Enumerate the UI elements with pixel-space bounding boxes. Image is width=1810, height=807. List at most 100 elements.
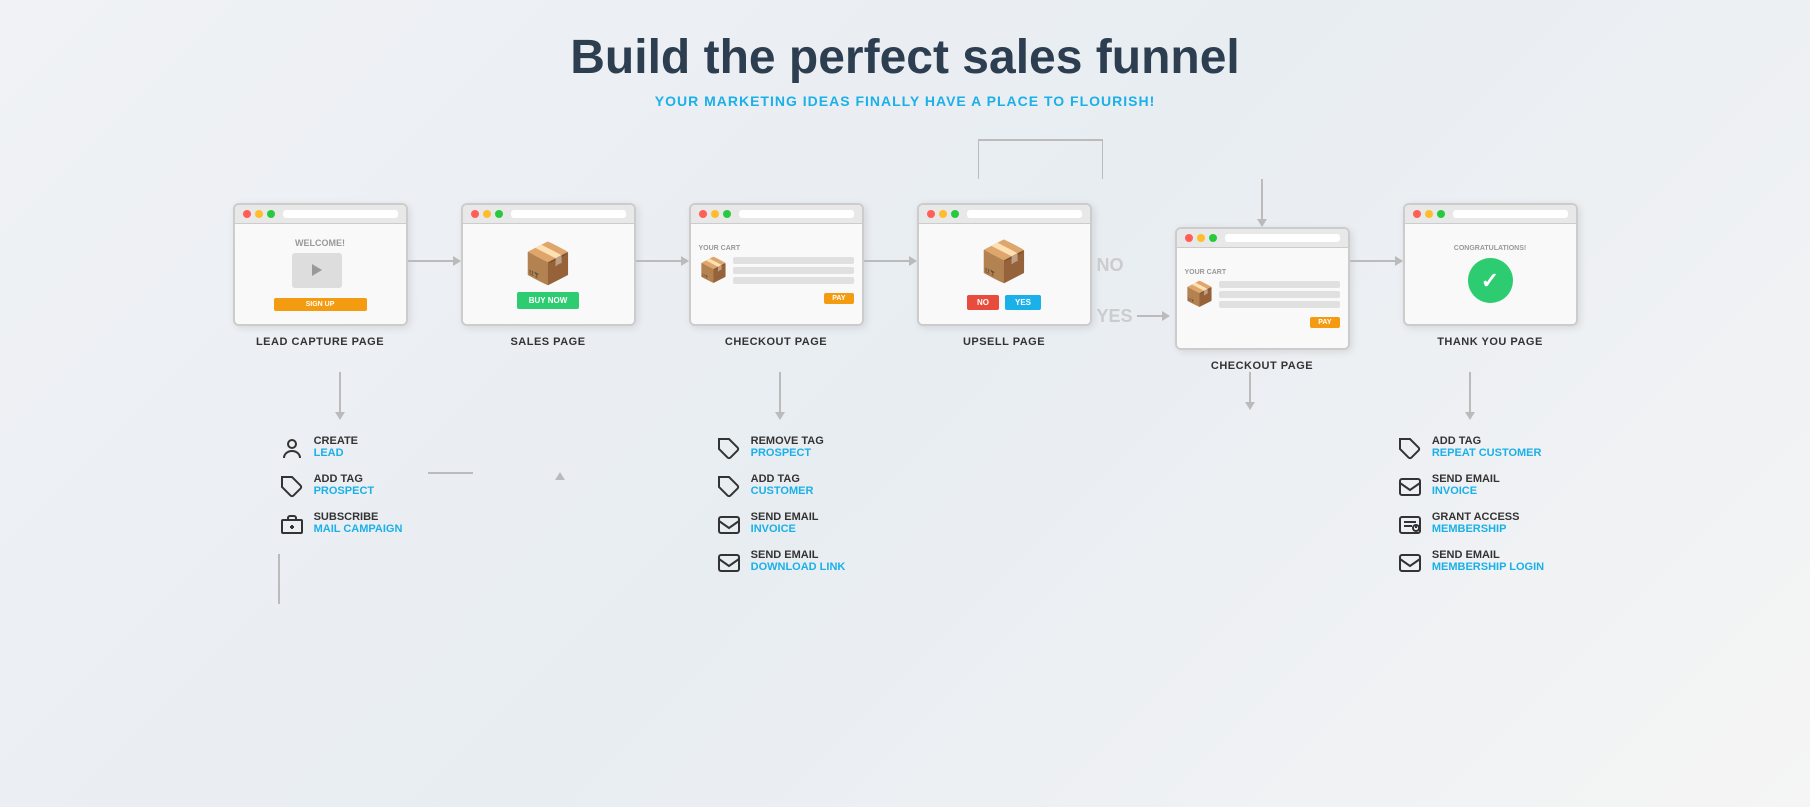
page-subtitle: YOUR MARKETING IDEAS FINALLY HAVE A PLAC… bbox=[40, 93, 1770, 109]
dot-red bbox=[471, 210, 479, 218]
no-button[interactable]: NO bbox=[967, 295, 999, 310]
action-value: PROSPECT bbox=[751, 447, 824, 459]
dot-yellow bbox=[1197, 234, 1205, 242]
yes-button[interactable]: YES bbox=[1005, 295, 1041, 310]
pay-button-2[interactable]: PAY bbox=[1310, 317, 1339, 328]
lead-capture-content: WELCOME! SIG bbox=[235, 224, 406, 324]
action-label: SEND EMAIL bbox=[1432, 473, 1500, 485]
action-value: MEMBERSHIP LOGIN bbox=[1432, 561, 1544, 573]
dot-yellow bbox=[483, 210, 491, 218]
video-placeholder bbox=[292, 253, 342, 288]
action-value: REPEAT CUSTOMER bbox=[1432, 447, 1542, 459]
step-checkout1: YOUR CART 📦 PAY bbox=[689, 203, 864, 348]
browser-upsell: 📦 NO YES bbox=[917, 203, 1092, 326]
action-grant-access: GRANT ACCESS MEMBERSHIP bbox=[1396, 511, 1520, 539]
email-icon-2 bbox=[715, 549, 743, 577]
sales-content: 📦 BUY NOW bbox=[463, 224, 634, 324]
step-lead-capture: WELCOME! SIG bbox=[233, 203, 408, 348]
box-image-sales: 📦 bbox=[523, 240, 573, 287]
thankyou-actions: ADD TAG REPEAT CUSTOMER bbox=[1396, 420, 1544, 587]
email-icon-1 bbox=[715, 511, 743, 539]
url-bar bbox=[967, 210, 1082, 218]
action-value: PROSPECT bbox=[314, 485, 375, 497]
action-label: GRANT ACCESS bbox=[1432, 511, 1520, 523]
pay-button[interactable]: PAY bbox=[824, 293, 853, 304]
cart-label-2: YOUR CART bbox=[1185, 269, 1340, 276]
buy-now-button[interactable]: BUY NOW bbox=[517, 292, 580, 309]
dot-yellow bbox=[711, 210, 719, 218]
titlebar-thankyou bbox=[1405, 205, 1576, 224]
browser-checkout1: YOUR CART 📦 PAY bbox=[689, 203, 864, 326]
member-icon bbox=[1396, 511, 1424, 539]
box-image-upsell: 📦 bbox=[979, 238, 1029, 285]
step-label-checkout2: CHECKOUT PAGE bbox=[1211, 360, 1313, 372]
titlebar-checkout2 bbox=[1177, 229, 1348, 248]
person-icon bbox=[278, 435, 306, 463]
checkout-line bbox=[1219, 301, 1339, 308]
step-label-checkout1: CHECKOUT PAGE bbox=[725, 336, 827, 348]
dot-green bbox=[267, 210, 275, 218]
checkout1-actions: REMOVE TAG PROSPECT AD bbox=[715, 420, 846, 587]
dot-red bbox=[1413, 210, 1421, 218]
dot-red bbox=[927, 210, 935, 218]
checkout-line bbox=[733, 257, 853, 264]
checkout-line bbox=[1219, 281, 1339, 288]
step-sales: 📦 BUY NOW SALES PAGE bbox=[461, 203, 636, 348]
checkout-line bbox=[1219, 291, 1339, 298]
action-add-tag-customer: ADD TAG CUSTOMER bbox=[715, 473, 814, 501]
lead-capture-actions: CREATE LEAD ADD TAG bbox=[278, 420, 403, 604]
email-icon-4 bbox=[1396, 549, 1424, 577]
browser-lead-capture: WELCOME! SIG bbox=[233, 203, 408, 326]
dot-red bbox=[1185, 234, 1193, 242]
browser-sales: 📦 BUY NOW bbox=[461, 203, 636, 326]
url-bar bbox=[1225, 234, 1340, 242]
no-label: NO bbox=[1097, 255, 1137, 276]
signup-button[interactable]: SIGN UP bbox=[274, 298, 367, 311]
dot-green bbox=[723, 210, 731, 218]
step-label-thankyou: THANK YOU PAGE bbox=[1437, 336, 1543, 348]
yes-label: YES bbox=[1097, 306, 1137, 327]
checkout1-content: YOUR CART 📦 PAY bbox=[691, 224, 862, 324]
page-wrapper: Build the perfect sales funnel YOUR MARK… bbox=[0, 0, 1810, 644]
welcome-text: WELCOME! bbox=[243, 238, 398, 248]
page-title: Build the perfect sales funnel bbox=[40, 30, 1770, 85]
titlebar-checkout1 bbox=[691, 205, 862, 224]
action-label: ADD TAG bbox=[1432, 435, 1542, 447]
dot-green bbox=[1209, 234, 1217, 242]
action-label: CREATE bbox=[314, 435, 358, 447]
checkout-lines bbox=[733, 257, 853, 284]
url-bar bbox=[283, 210, 398, 218]
dot-green bbox=[495, 210, 503, 218]
action-label: ADD TAG bbox=[314, 473, 375, 485]
browser-thankyou: CONGRATULATIONS! ✓ bbox=[1403, 203, 1578, 326]
dot-yellow bbox=[939, 210, 947, 218]
play-icon bbox=[312, 264, 322, 276]
action-remove-tag: REMOVE TAG PROSPECT bbox=[715, 435, 824, 463]
checkout2-content: YOUR CART 📦 PAY bbox=[1177, 248, 1348, 348]
action-value: LEAD bbox=[314, 447, 358, 459]
action-label: SEND EMAIL bbox=[751, 549, 846, 561]
action-label: REMOVE TAG bbox=[751, 435, 824, 447]
url-bar bbox=[1453, 210, 1568, 218]
titlebar-upsell bbox=[919, 205, 1090, 224]
dot-yellow bbox=[1425, 210, 1433, 218]
step-label-lead: LEAD CAPTURE PAGE bbox=[256, 336, 384, 348]
action-send-email-download: SEND EMAIL DOWNLOAD LINK bbox=[715, 549, 846, 577]
action-value: INVOICE bbox=[1432, 485, 1500, 497]
tag-icon-remove bbox=[715, 435, 743, 463]
arrow-checkout1-to-upsell bbox=[864, 256, 917, 266]
action-label: SUBSCRIBE bbox=[314, 511, 403, 523]
step-upsell: 📦 NO YES UPSELL PAGE bbox=[917, 203, 1092, 348]
action-send-email-invoice2: SEND EMAIL INVOICE bbox=[1396, 473, 1500, 501]
titlebar-sales bbox=[463, 205, 634, 224]
action-value: INVOICE bbox=[751, 523, 819, 535]
action-add-tag-repeat: ADD TAG REPEAT CUSTOMER bbox=[1396, 435, 1542, 463]
url-bar bbox=[739, 210, 854, 218]
tag-icon-customer bbox=[715, 473, 743, 501]
dot-red bbox=[699, 210, 707, 218]
checkout-line bbox=[733, 267, 853, 274]
email-icon-3 bbox=[1396, 473, 1424, 501]
dot-green bbox=[951, 210, 959, 218]
browser-checkout2: YOUR CART 📦 PAY bbox=[1175, 227, 1350, 350]
upsell-content: 📦 NO YES bbox=[919, 224, 1090, 324]
